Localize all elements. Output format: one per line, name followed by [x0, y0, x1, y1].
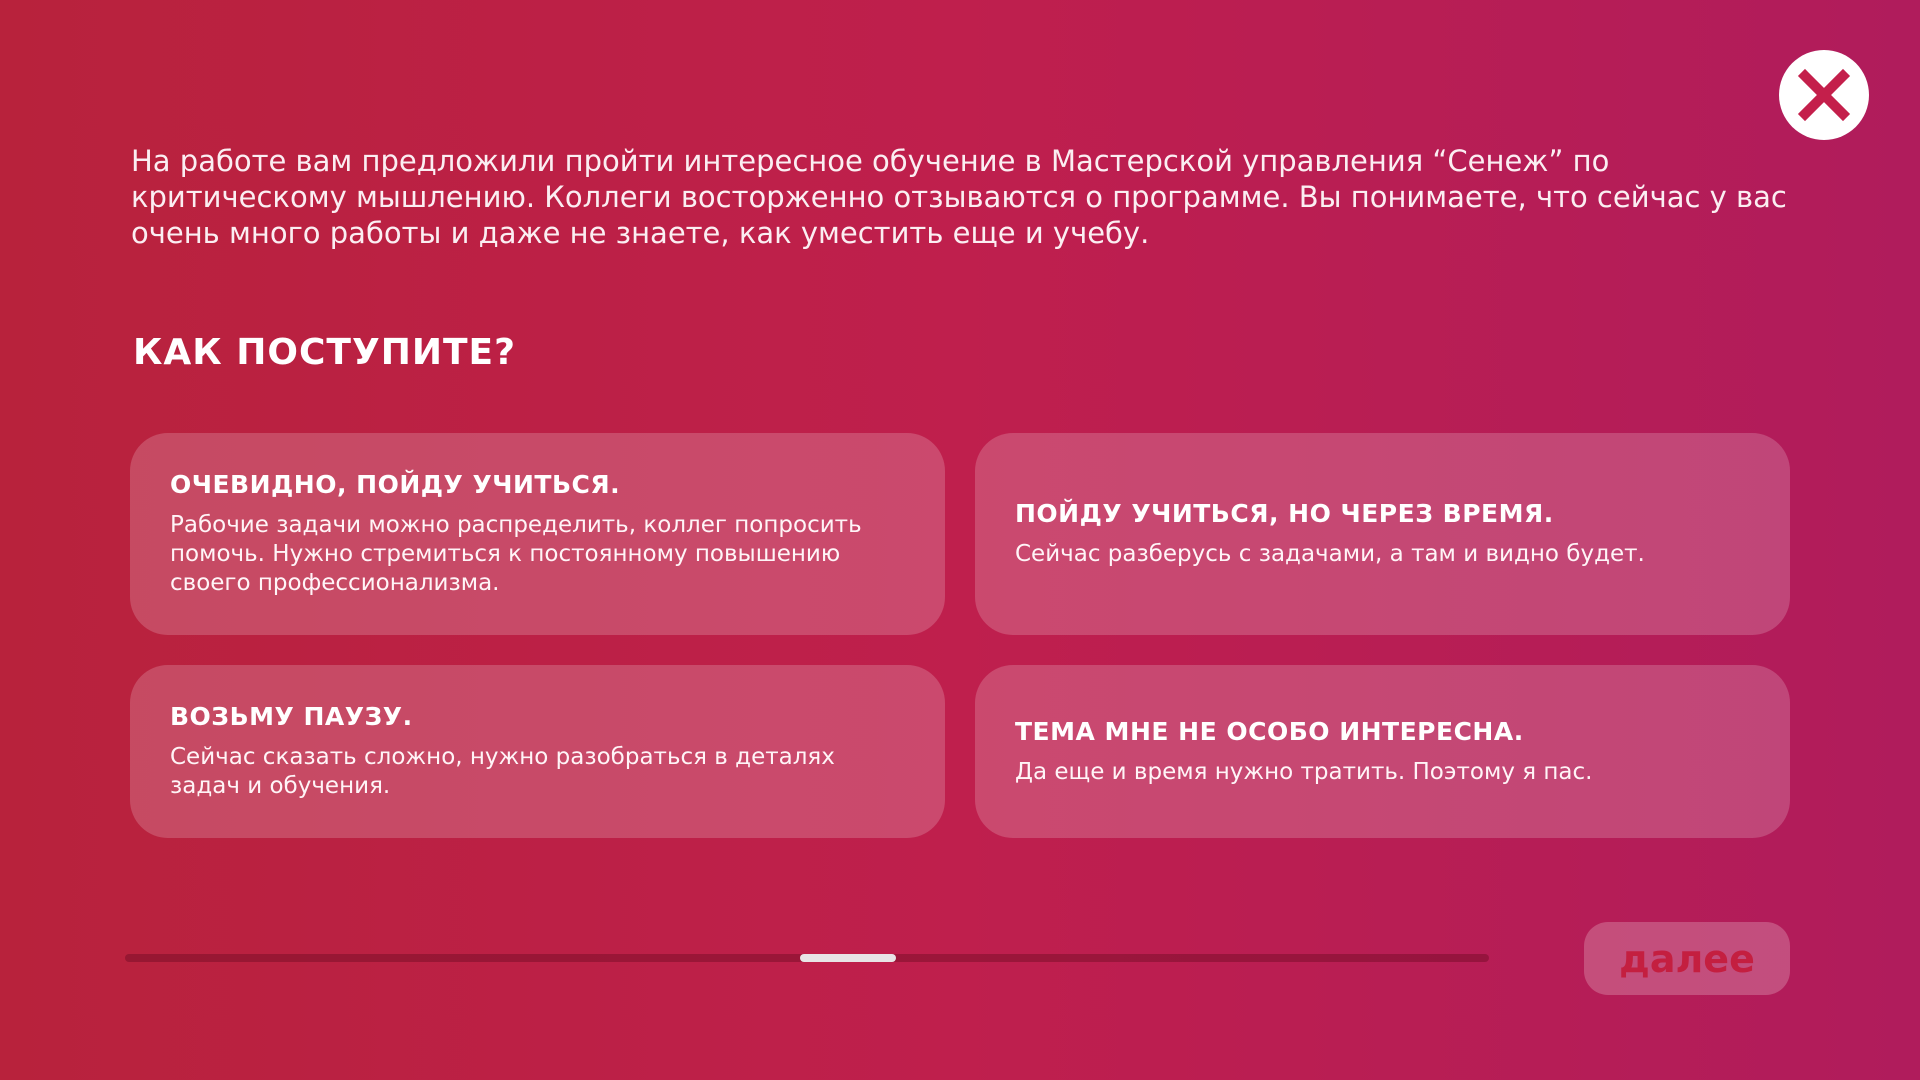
progress-track [125, 954, 1489, 962]
close-button[interactable] [1779, 50, 1869, 140]
answer-option-4[interactable]: Тема мне не особо интересна. Да еще и вр… [975, 665, 1790, 838]
answer-option-description: Сейчас сказать сложно, нужно разобраться… [170, 744, 835, 799]
close-icon [1797, 68, 1851, 122]
answer-option-title: Очевидно, пойду учиться. [170, 470, 621, 499]
progress-thumb[interactable] [800, 954, 896, 962]
answer-option-3[interactable]: Возьму паузу. Сейчас сказать сложно, нуж… [130, 665, 945, 838]
answer-option-title: Возьму паузу. [170, 702, 413, 731]
scenario-text: На работе вам предложили пройти интересн… [131, 144, 1787, 250]
answer-option-title: Пойду учиться, но через время. [1015, 499, 1554, 528]
answer-option-1[interactable]: Очевидно, пойду учиться. Рабочие задачи … [130, 433, 945, 635]
next-button[interactable]: далее [1584, 922, 1790, 995]
answer-option-description: Рабочие задачи можно распределить, колле… [170, 512, 862, 596]
answer-option-2[interactable]: Пойду учиться, но через время. Сейчас ра… [975, 433, 1790, 635]
answer-option-description: Сейчас разберусь с задачами, а там и вид… [1015, 541, 1645, 567]
question-heading: Как поступите? [133, 332, 516, 373]
answer-option-description: Да еще и время нужно тратить. Поэтому я … [1015, 758, 1593, 785]
answer-option-title: Тема мне не особо интересна. [1015, 716, 1524, 746]
